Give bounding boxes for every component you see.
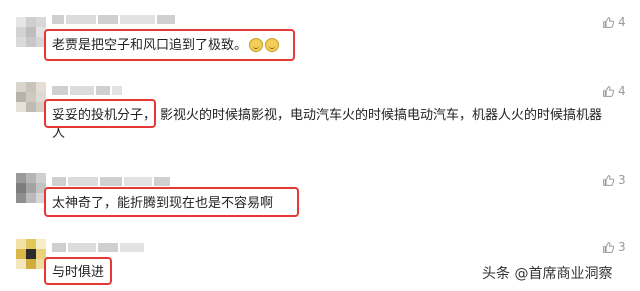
thumbs-up-icon <box>603 16 615 28</box>
highlight-box <box>44 29 295 61</box>
like-count: 4 <box>618 84 626 98</box>
highlight-box <box>44 187 299 217</box>
username[interactable] <box>52 13 175 25</box>
avatar[interactable] <box>16 17 46 47</box>
highlight-box <box>44 99 156 128</box>
like-button[interactable]: 4 <box>602 84 626 98</box>
like-count: 4 <box>618 15 626 29</box>
comment-text-rest: 影视火的时候搞影视，电动汽车火的时候搞电动汽车，机器人火的时候搞机器 <box>160 108 603 123</box>
like-button[interactable]: 3 <box>602 173 626 187</box>
comment-item: 4 老贾是把空子和风口追到了极致。 <box>0 0 640 70</box>
username[interactable] <box>52 241 144 253</box>
avatar[interactable] <box>16 173 46 203</box>
like-count: 3 <box>618 173 626 187</box>
comment-item: 3 太神奇了，能折腾到现在也是不容易啊 <box>0 165 640 225</box>
like-button[interactable]: 3 <box>602 240 626 254</box>
username[interactable] <box>52 84 122 96</box>
like-count: 3 <box>618 240 626 254</box>
highlight-box <box>44 257 112 285</box>
avatar[interactable] <box>16 239 46 269</box>
like-button[interactable]: 4 <box>602 15 626 29</box>
thumbs-up-icon <box>603 85 615 97</box>
thumbs-up-icon <box>603 241 615 253</box>
avatar[interactable] <box>16 82 46 112</box>
comment-text-rest: 人 <box>52 126 66 141</box>
watermark: 头条 @首席商业洞察 <box>482 266 613 282</box>
comment-item: 4 妥妥的投机分子， 影视火的时候搞影视，电动汽车火的时候搞电动汽车，机器人火的时… <box>0 75 640 165</box>
username[interactable] <box>52 175 170 187</box>
thumbs-up-icon <box>603 174 615 186</box>
